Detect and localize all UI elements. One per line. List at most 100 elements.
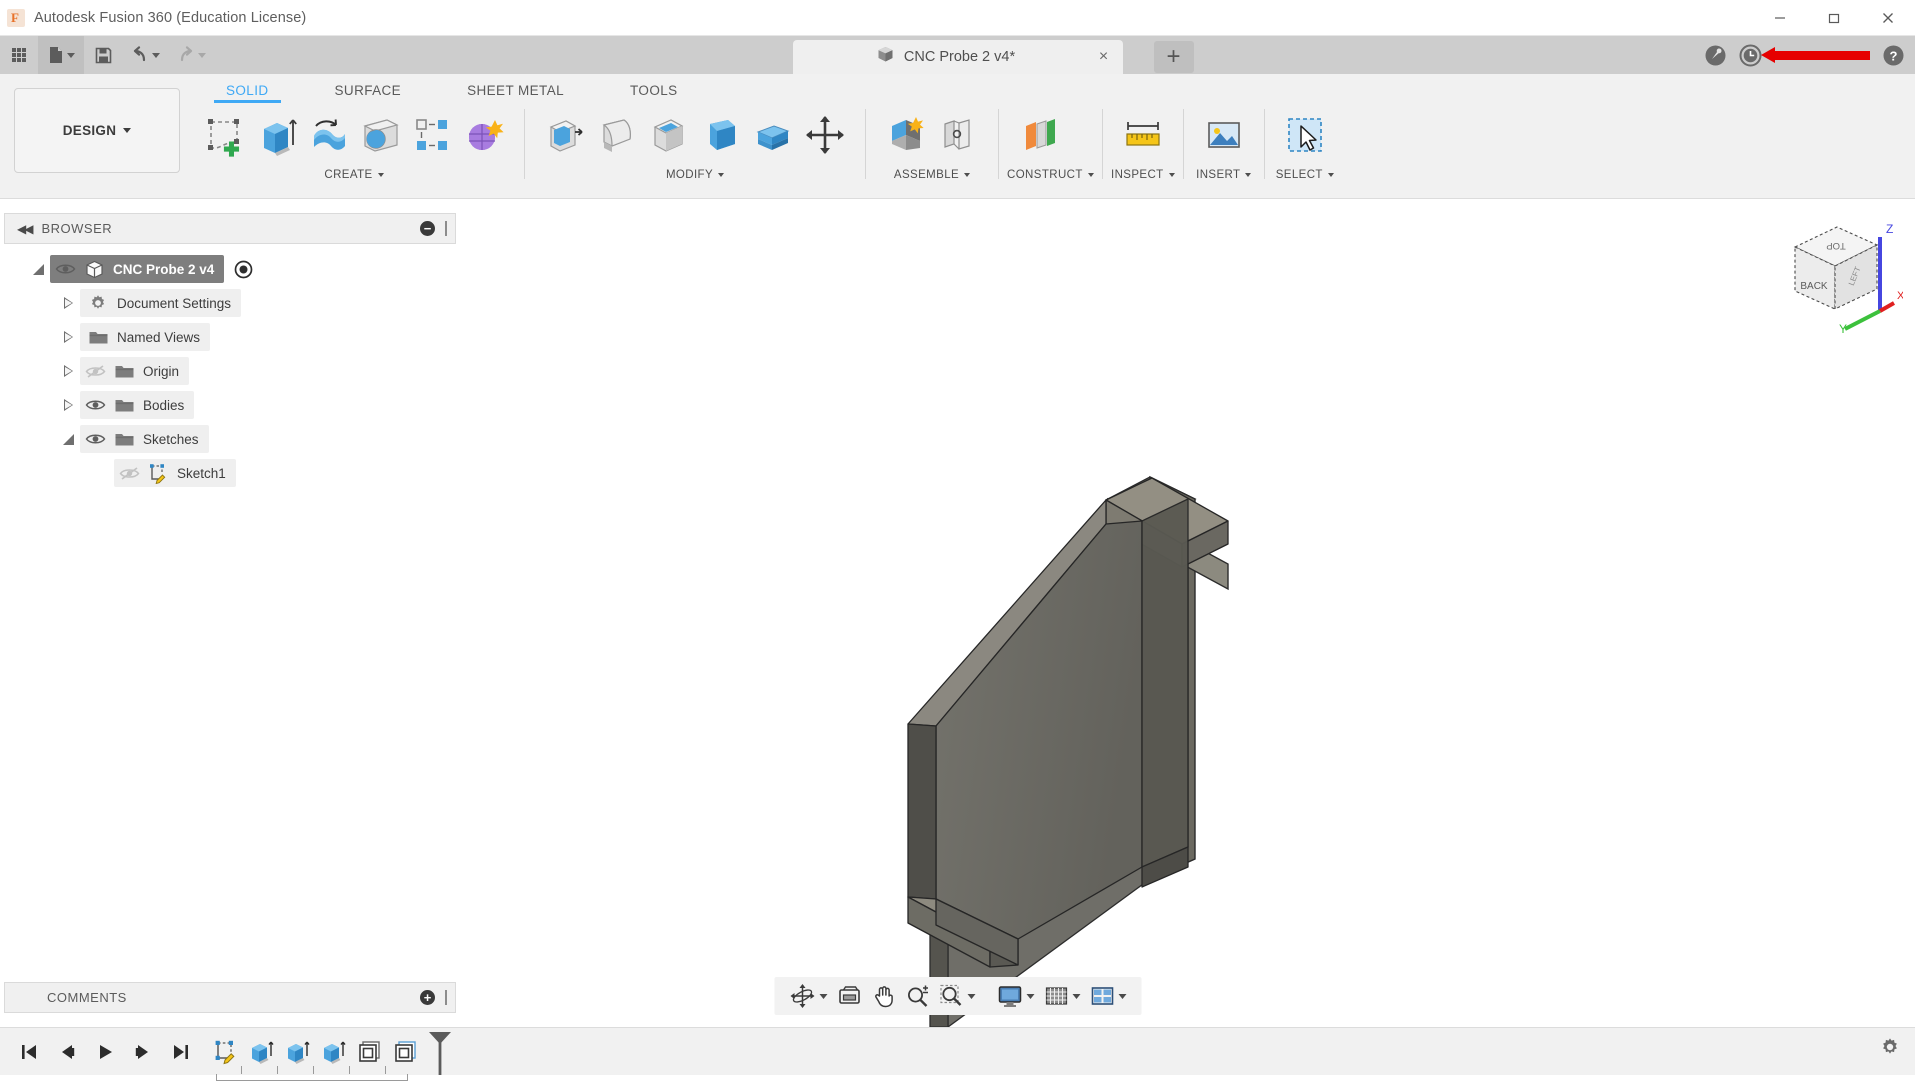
disclosure-collapsed-icon[interactable] (56, 297, 80, 309)
visibility-eye-icon[interactable] (80, 398, 110, 412)
create-form-tool[interactable] (458, 107, 510, 163)
panel-insert-label[interactable]: INSERT (1192, 169, 1256, 181)
tree-node-pill[interactable]: Sketches (80, 425, 209, 453)
tree-node-pill[interactable]: Origin (80, 357, 189, 385)
browser-resize-grip[interactable] (445, 221, 447, 236)
visibility-eye-off-icon[interactable] (114, 466, 144, 481)
zoom-tool[interactable] (900, 979, 934, 1013)
tree-node-pill[interactable]: Bodies (80, 391, 194, 419)
create-sketch-tool[interactable] (198, 107, 250, 163)
tree-row-sketch1[interactable]: Sketch1 (4, 456, 456, 490)
new-file-dropdown-icon[interactable] (67, 53, 75, 58)
tree-node-pill[interactable]: Sketch1 (114, 459, 236, 487)
gear-icon[interactable] (1879, 1036, 1901, 1063)
timeline-feature-offsetface1[interactable] (352, 1033, 388, 1071)
canvas-area[interactable]: ◀◀ BROWSER − CNC Pr (0, 199, 1915, 1027)
timeline-end-marker[interactable] (426, 1030, 436, 1074)
disclosure-collapsed-icon[interactable] (56, 399, 80, 411)
tab-sheet-metal[interactable]: SHEET METAL (453, 83, 578, 103)
extensions-icon[interactable] (1704, 44, 1727, 67)
tree-row-root[interactable]: CNC Probe 2 v4 (4, 252, 456, 286)
redo-dropdown-icon[interactable] (198, 53, 206, 58)
timeline-go-start[interactable] (10, 1032, 48, 1072)
hole-tool[interactable] (354, 107, 406, 163)
document-tab[interactable]: CNC Probe 2 v4* × (793, 40, 1123, 74)
viewports-tool[interactable] (1085, 979, 1131, 1013)
panel-modify-label[interactable]: MODIFY (533, 169, 857, 181)
panel-create-label[interactable]: CREATE (192, 169, 516, 181)
joint-tool[interactable] (932, 107, 984, 163)
timeline-play[interactable] (86, 1032, 124, 1072)
tree-row-sketches[interactable]: Sketches (4, 422, 456, 456)
new-file-button[interactable] (38, 36, 84, 74)
draft-tool[interactable] (695, 107, 747, 163)
maximize-button[interactable] (1807, 0, 1861, 36)
tab-surface[interactable]: SURFACE (321, 83, 416, 103)
press-pull-tool[interactable] (539, 107, 591, 163)
look-at-tool[interactable] (832, 979, 866, 1013)
pan-tool[interactable] (866, 979, 900, 1013)
minimize-button[interactable] (1753, 0, 1807, 36)
save-button[interactable] (84, 36, 122, 74)
chevron-down-icon[interactable] (1118, 994, 1126, 999)
comments-panel[interactable]: COMMENTS + (4, 982, 456, 1013)
disclosure-collapsed-icon[interactable] (56, 331, 80, 343)
display-settings-tool[interactable] (992, 979, 1039, 1013)
visibility-eye-icon[interactable] (50, 262, 80, 276)
chevron-down-icon[interactable] (1072, 994, 1080, 999)
disclosure-collapsed-icon[interactable] (56, 365, 80, 377)
fillet-tool[interactable] (591, 107, 643, 163)
visibility-eye-icon[interactable] (80, 432, 110, 446)
select-tool[interactable] (1279, 107, 1331, 163)
tree-row-named-views[interactable]: Named Views (4, 320, 456, 354)
activate-component-radio[interactable] (228, 260, 258, 279)
browser-minimize-button[interactable]: − (420, 221, 435, 236)
timeline-feature-extrude2[interactable] (280, 1033, 316, 1071)
new-tab-button[interactable]: + (1154, 41, 1194, 73)
orbit-tool[interactable] (784, 979, 832, 1013)
help-icon[interactable]: ? (1882, 44, 1905, 67)
tree-row-document-settings[interactable]: Document Settings (4, 286, 456, 320)
visibility-eye-off-icon[interactable] (80, 364, 110, 379)
timeline-feature-sketch1[interactable] (208, 1033, 244, 1071)
undo-dropdown-icon[interactable] (152, 53, 160, 58)
panel-select-label[interactable]: SELECT (1273, 169, 1337, 181)
tab-solid[interactable]: SOLID (212, 83, 283, 103)
comments-resize-grip[interactable] (445, 990, 447, 1005)
measure-tool[interactable] (1117, 107, 1169, 163)
close-document-tab-button[interactable]: × (1095, 48, 1113, 66)
panel-assemble-label[interactable]: ASSEMBLE (874, 169, 990, 181)
app-grid-button[interactable] (0, 36, 38, 74)
panel-inspect-label[interactable]: INSPECT (1111, 169, 1175, 181)
tree-row-origin[interactable]: Origin (4, 354, 456, 388)
workspace-selector[interactable]: DESIGN (14, 88, 180, 173)
combine-tool[interactable] (747, 107, 799, 163)
timeline-step-back[interactable] (48, 1032, 86, 1072)
add-comment-button[interactable]: + (420, 990, 435, 1005)
timeline-feature-offsetface2[interactable] (388, 1033, 424, 1071)
tree-node-pill[interactable]: CNC Probe 2 v4 (50, 255, 224, 283)
chevron-down-icon[interactable] (967, 994, 975, 999)
view-cube[interactable]: TOP BACK LEFT Z Y X (1781, 211, 1903, 333)
disclosure-expanded-icon[interactable] (56, 434, 80, 445)
offset-plane-tool[interactable] (1013, 107, 1065, 163)
job-status-icon[interactable] (1739, 44, 1762, 67)
tree-row-bodies[interactable]: Bodies (4, 388, 456, 422)
timeline-feature-extrude3[interactable] (316, 1033, 352, 1071)
tree-node-pill[interactable]: Document Settings (80, 289, 241, 317)
timeline-go-end[interactable] (162, 1032, 200, 1072)
collapse-browser-icon[interactable]: ◀◀ (17, 222, 31, 236)
chevron-down-icon[interactable] (819, 994, 827, 999)
extrude-tool[interactable] (250, 107, 302, 163)
timeline-feature-extrude1[interactable] (244, 1033, 280, 1071)
move-copy-tool[interactable] (799, 107, 851, 163)
timeline-step-forward[interactable] (124, 1032, 162, 1072)
shell-tool[interactable] (643, 107, 695, 163)
new-component-tool[interactable] (880, 107, 932, 163)
tab-tools[interactable]: TOOLS (616, 83, 692, 103)
panel-construct-label[interactable]: CONSTRUCT (1007, 169, 1094, 181)
grid-snaps-tool[interactable] (1039, 979, 1085, 1013)
close-button[interactable] (1861, 0, 1915, 36)
insert-image-tool[interactable] (1198, 107, 1250, 163)
tree-node-pill[interactable]: Named Views (80, 323, 210, 351)
